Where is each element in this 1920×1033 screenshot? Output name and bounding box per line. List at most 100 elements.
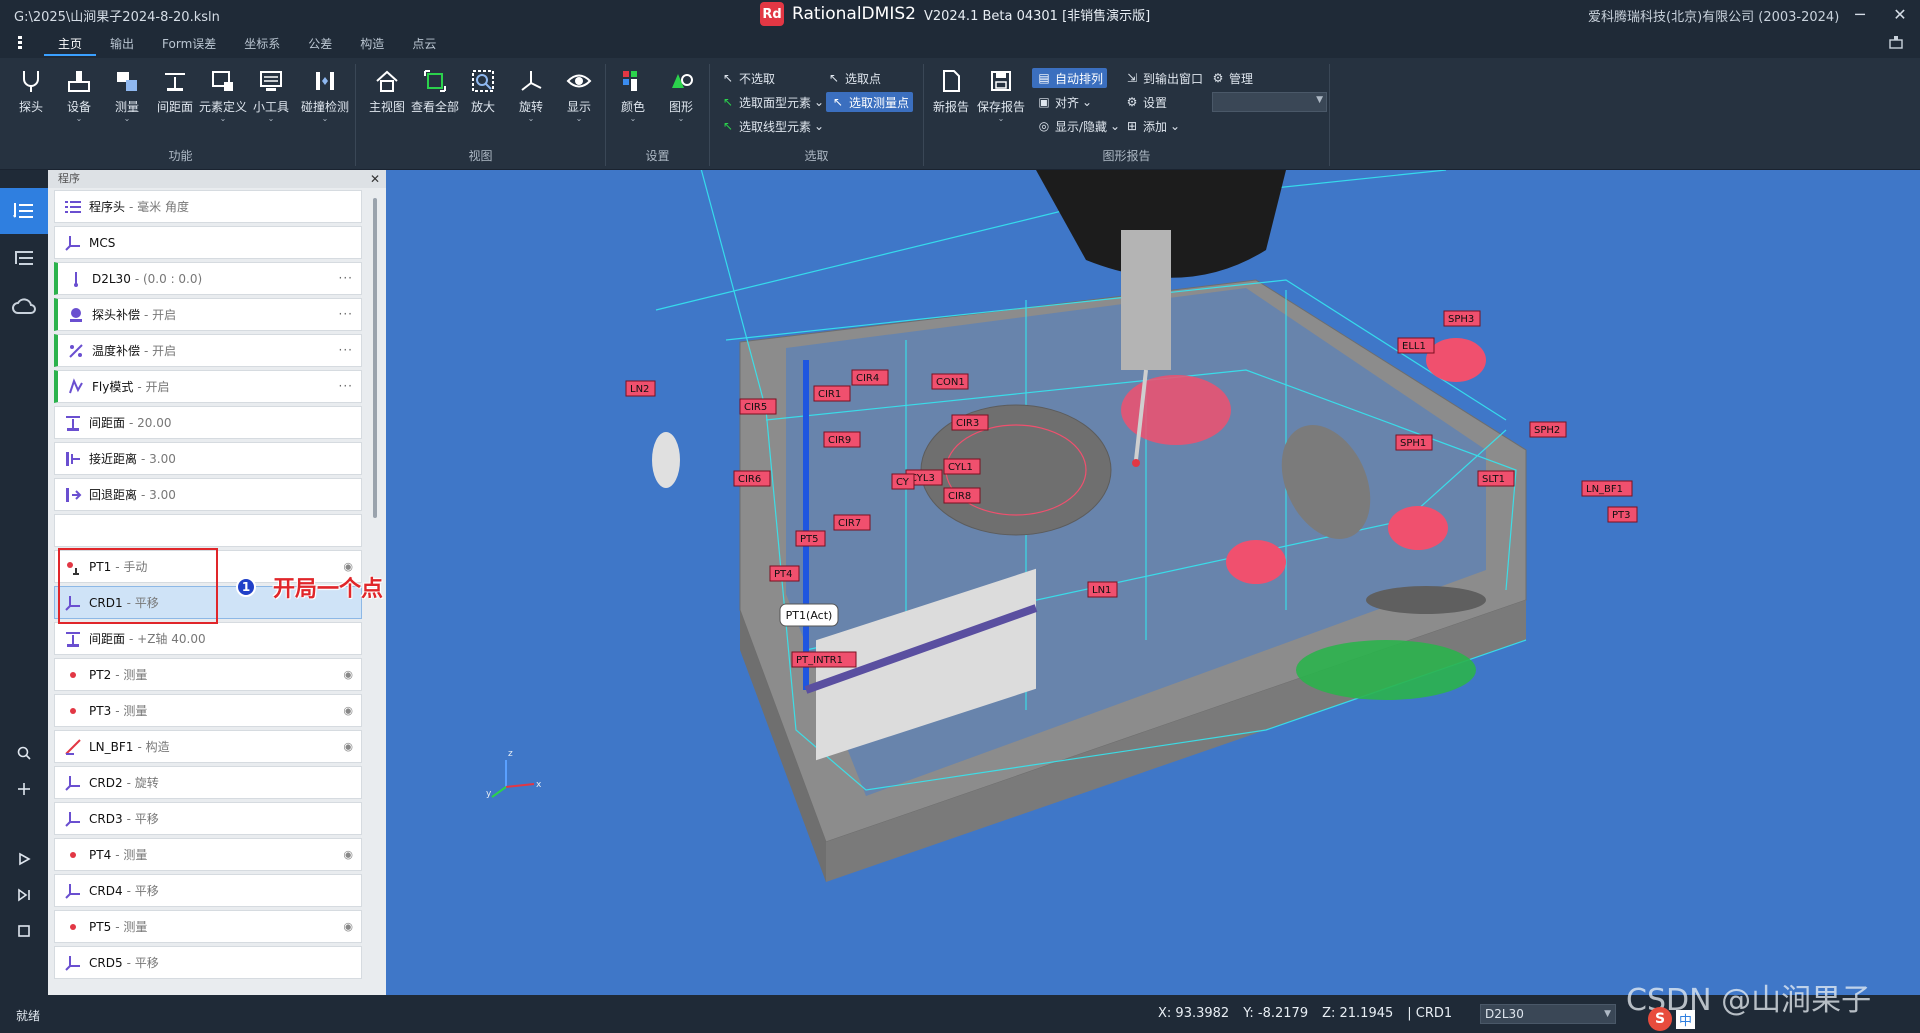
visibility-eye-icon[interactable]: ◉ [343,848,353,861]
feature-label-con1[interactable]: CON1 [936,377,965,388]
play-icon[interactable] [0,844,48,874]
more-options-icon[interactable]: ··· [339,343,353,357]
feature-label-cir6[interactable]: CIR6 [738,474,761,485]
program-item-探头补偿[interactable]: 探头补偿 - 开启 ··· [54,298,362,331]
program-scrollbar[interactable] [373,198,377,518]
program-list-icon[interactable] [0,188,48,234]
report-combo[interactable]: ▼ [1212,92,1327,112]
select-point-item[interactable]: ↖ 选取点 [826,68,881,88]
tab-form-error[interactable]: Form误差 [148,33,230,56]
view-all-button[interactable]: 查看全部 [411,66,459,130]
visibility-eye-icon[interactable]: ◉ [343,920,353,933]
program-item-pt4[interactable]: PT4- 测量 ◉ [54,838,362,871]
program-item-crd3[interactable]: CRD3- 平移 [54,802,362,835]
add-item[interactable]: ⊞ 添加 ⌄ [1124,116,1180,136]
more-options-icon[interactable]: ··· [339,271,353,285]
graphics-button[interactable]: 图形 ⌄ [658,66,704,130]
show-hide-item[interactable]: ◎ 显示/隐藏 ⌄ [1036,116,1120,136]
display-button[interactable]: 显示 ⌄ [556,66,602,130]
select-measured-point-item[interactable]: ↖ 选取测量点 [826,92,914,112]
search-icon[interactable] [0,738,48,768]
rotate-button[interactable]: 旋转 ⌄ [508,66,554,130]
feature-label-pt4[interactable]: PT4 [774,569,793,580]
program-item-d2l30[interactable]: D2L30- (0.0 : 0.0) ··· [54,262,362,295]
program-item-blank[interactable] [54,514,362,547]
probe-select[interactable]: D2L30 ▼ [1480,1004,1616,1024]
feature-label-sph3[interactable]: SPH3 [1448,314,1474,325]
align-item[interactable]: ▣ 对齐 ⌄ [1036,92,1092,112]
feature-label-cir4[interactable]: CIR4 [856,373,879,384]
program-item-crd4[interactable]: CRD4- 平移 [54,874,362,907]
step-icon[interactable] [0,880,48,910]
feature-label-pt3[interactable]: PT3 [1612,510,1631,521]
select-line-item[interactable]: ↖ 选取线型元素 ⌄ [720,116,824,136]
program-item-pt3[interactable]: PT3- 测量 ◉ [54,694,362,727]
manage-item[interactable]: ⚙ 管理 [1210,68,1253,88]
feature-label-cir5[interactable]: CIR5 [744,402,767,413]
plus-icon[interactable] [0,774,48,804]
pin-icon[interactable] [1888,34,1904,50]
auto-arrange-item[interactable]: ▤ 自动排列 [1032,68,1108,88]
program-item-crd5[interactable]: CRD5- 平移 [54,946,362,979]
feature-label-pt_intr1[interactable]: PT_INTR1 [796,655,843,666]
tools-button[interactable]: 小工具 ⌄ [248,66,294,130]
main-view-button[interactable]: 主视图 [364,66,410,130]
tree-view-icon[interactable] [0,236,48,282]
3d-viewport[interactable]: z y x SPH3 ELL1 LN2 CIR4 CON1 CIR1 CIR5 CIR3 CIR… [386,170,1920,995]
program-item-pt5[interactable]: PT5- 测量 ◉ [54,910,362,943]
program-item-回退距离[interactable]: 回退距离 - 3.00 [54,478,362,511]
feature-label-sph2[interactable]: SPH2 [1534,425,1560,436]
tab-home[interactable]: 主页 [44,33,97,56]
ime-logo-icon[interactable]: S [1648,1007,1672,1031]
visibility-eye-icon[interactable]: ◉ [343,704,353,717]
program-item-间距面[interactable]: 间距面 - +Z轴 40.00 [54,622,362,655]
ime-lang[interactable]: 中 [1676,1009,1696,1029]
program-item-fly模式[interactable]: Fly模式 - 开启 ··· [54,370,362,403]
feature-label-cir1[interactable]: CIR1 [818,389,841,400]
feature-label-pt5[interactable]: PT5 [800,534,819,545]
tab-coordinate-system[interactable]: 坐标系 [230,33,294,56]
tab-output[interactable]: 输出 [96,33,148,56]
feature-define-button[interactable]: 元素定义 ⌄ [199,66,247,130]
clearance-plane-button[interactable]: 间距面 [152,66,198,130]
tab-construct[interactable]: 构造 [346,33,398,56]
device-button[interactable]: 设备 ⌄ [56,66,102,130]
feature-label-ln_bf1[interactable]: LN_BF1 [1586,484,1623,495]
close-button[interactable]: ✕ [1886,2,1914,26]
feature-label-sph1[interactable]: SPH1 [1400,438,1426,449]
tab-tolerance[interactable]: 公差 [294,33,346,56]
cloud-icon[interactable] [0,284,48,330]
select-surface-item[interactable]: ↖ 选取面型元素 ⌄ [720,92,824,112]
probe-button[interactable]: 探头 [8,66,54,130]
feature-label-ell1[interactable]: ELL1 [1402,341,1426,352]
color-button[interactable]: 颜色 ⌄ [610,66,656,130]
select-none-item[interactable]: ↖ 不选取 [720,68,775,88]
feature-label-cir8[interactable]: CIR8 [948,491,971,502]
program-item-温度补偿[interactable]: 温度补偿 - 开启 ··· [54,334,362,367]
feature-label-cir9[interactable]: CIR9 [828,435,851,446]
to-output-window-item[interactable]: ⇲ 到输出窗口 [1124,68,1203,88]
more-options-icon[interactable]: ··· [339,379,353,393]
feature-label-cy[interactable]: CY [896,477,910,488]
stop-icon[interactable] [0,916,48,946]
feature-label-cyl1[interactable]: CYL1 [948,462,973,473]
program-item-间距面[interactable]: 间距面 - 20.00 [54,406,362,439]
program-item-pt2[interactable]: PT2- 测量 ◉ [54,658,362,691]
program-item-接近距离[interactable]: 接近距离 - 3.00 [54,442,362,475]
program-item-crd2[interactable]: CRD2- 旋转 [54,766,362,799]
program-item-程序头[interactable]: 程序头 - 毫米 角度 [54,190,362,223]
visibility-eye-icon[interactable]: ◉ [343,668,353,681]
new-report-button[interactable]: 新报告 [928,66,974,130]
more-options-icon[interactable]: ··· [339,307,353,321]
feature-label-ln2[interactable]: LN2 [630,384,649,395]
zoom-button[interactable]: 放大 [460,66,506,130]
feature-label-ln1[interactable]: LN1 [1092,585,1111,596]
measure-button[interactable]: 测量 ⌄ [104,66,150,130]
collision-check-button[interactable]: 碰撞检测 ⌄ [301,66,349,130]
visibility-eye-icon[interactable]: ◉ [343,740,353,753]
close-icon[interactable]: ✕ [370,170,380,188]
feature-label-slt1[interactable]: SLT1 [1482,474,1505,485]
program-item-ln_bf1[interactable]: LN_BF1- 构造 ◉ [54,730,362,763]
report-settings-item[interactable]: ⚙ 设置 [1124,92,1167,112]
feature-label-cir3[interactable]: CIR3 [956,418,979,429]
